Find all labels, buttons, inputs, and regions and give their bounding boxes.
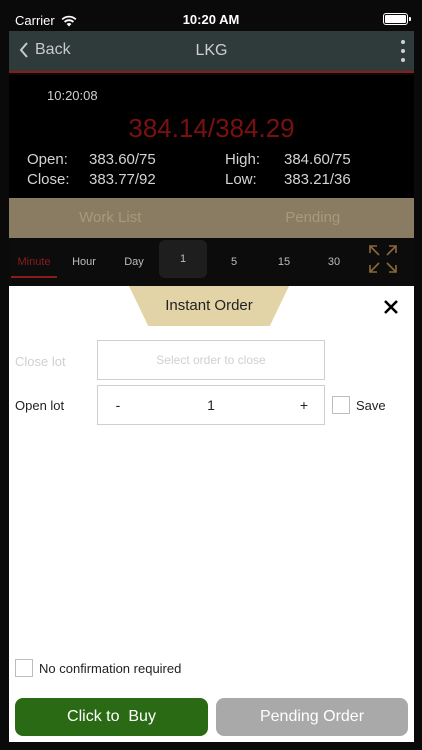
pending-order-button[interactable]: Pending Order <box>216 698 408 736</box>
period-selector: Minute Hour Day 1 5 15 30 <box>9 238 414 286</box>
high-label: High: <box>225 151 261 168</box>
save-checkbox[interactable] <box>332 396 350 414</box>
page-title: LKG <box>195 42 228 59</box>
tab-work-list[interactable]: Work List <box>9 198 212 238</box>
period-5[interactable]: 5 <box>209 238 259 286</box>
instant-order-sheet: Instant Order Close lot Open lot - 1 + S… <box>9 286 414 742</box>
open-lot-value[interactable]: 1 <box>138 397 284 413</box>
decrement-button[interactable]: - <box>98 397 138 413</box>
open-lot-stepper[interactable]: - 1 + <box>97 385 325 425</box>
tab-pending[interactable]: Pending <box>212 198 415 238</box>
no-confirmation-checkbox[interactable] <box>15 659 33 677</box>
close-lot-label: Close lot <box>15 354 66 369</box>
sheet-title: Instant Order <box>165 297 253 314</box>
fullscreen-icon[interactable] <box>368 244 398 274</box>
buy-button-label: Click to Buy <box>67 708 156 725</box>
close-lot-field[interactable] <box>97 340 325 380</box>
bid-ask-price: 384.14/384.29 <box>128 113 295 143</box>
increment-button[interactable]: + <box>284 397 324 413</box>
close-label: Close: <box>27 171 70 188</box>
save-label: Save <box>356 398 386 413</box>
open-lot-label: Open lot <box>15 398 65 413</box>
low-label: Low: <box>225 171 257 188</box>
period-15[interactable]: 15 <box>259 238 309 286</box>
high-value: 384.60/75 <box>284 151 351 168</box>
buy-button[interactable]: Click to Buy <box>15 698 208 736</box>
order-tabs: Work List Pending <box>9 198 414 238</box>
battery-icon <box>383 13 411 25</box>
period-hour[interactable]: Hour <box>59 238 109 286</box>
quote-panel: 10:20:08 384.14/384.29 Open: 383.60/75 C… <box>9 75 414 198</box>
pending-order-label: Pending Order <box>259 708 365 725</box>
period-minute[interactable]: Minute <box>9 238 59 286</box>
low-value: 383.21/36 <box>284 171 351 188</box>
nav-bar: Back LKG <box>9 31 414 73</box>
more-options-icon[interactable] <box>400 40 406 62</box>
app-screen: Carrier 10:20 AM Back LKG 10:20:08 384.1… <box>0 0 422 750</box>
close-lot-input[interactable] <box>98 341 324 379</box>
close-icon[interactable] <box>382 298 400 316</box>
close-value: 383.77/92 <box>89 171 156 188</box>
period-day[interactable]: Day <box>109 238 159 286</box>
status-time: 10:20 AM <box>182 12 240 27</box>
quote-time: 10:20:08 <box>47 88 98 103</box>
open-label: Open: <box>27 151 68 168</box>
no-confirmation-label: No confirmation required <box>39 661 182 676</box>
open-value: 383.60/75 <box>89 151 156 168</box>
period-1[interactable]: 1 <box>159 240 207 278</box>
period-30[interactable]: 30 <box>309 238 359 286</box>
